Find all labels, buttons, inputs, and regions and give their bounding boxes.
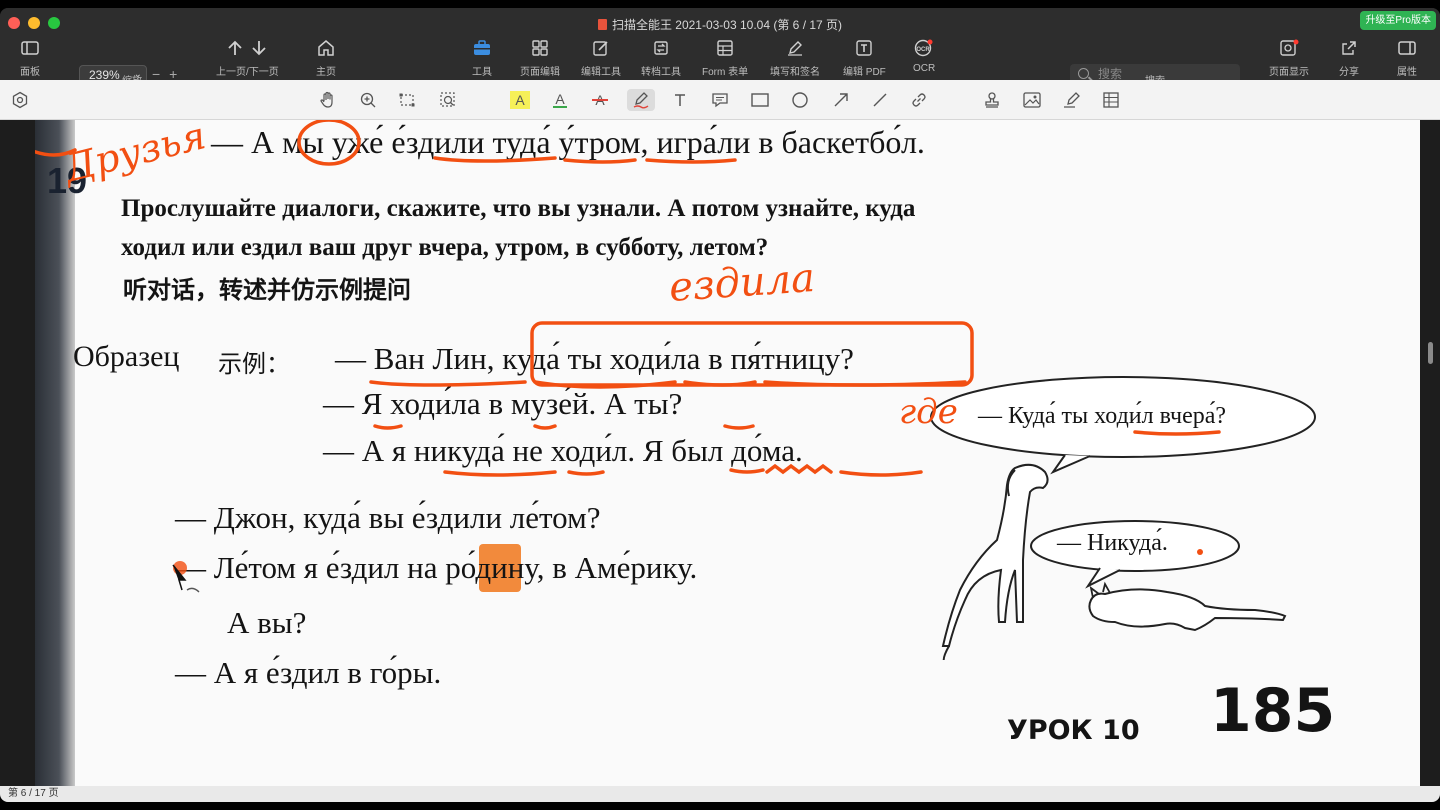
share-button[interactable]: 分享 xyxy=(1339,38,1359,78)
ocr-icon: OCR xyxy=(914,38,934,58)
note-icon[interactable] xyxy=(708,89,732,111)
ellipse-icon[interactable] xyxy=(788,89,812,111)
search-placeholder: 搜索 xyxy=(1098,67,1123,81)
convert-button[interactable]: 转档工具 xyxy=(641,38,681,78)
edit-icon xyxy=(591,38,611,58)
fill-sign-label: 填写和签名 xyxy=(770,67,820,78)
grid-icon xyxy=(530,38,550,58)
highlight-icon[interactable]: A xyxy=(508,89,532,111)
pdf-file-icon xyxy=(597,19,607,30)
share-icon xyxy=(1339,38,1359,58)
fill-sign-button[interactable]: 填写和签名 xyxy=(770,38,820,78)
search-icon xyxy=(1078,68,1089,79)
share-label: 分享 xyxy=(1339,67,1359,78)
form-button[interactable]: Form 表单 xyxy=(702,38,748,78)
home-icon xyxy=(316,38,336,58)
pen-sign-icon xyxy=(785,38,805,58)
page-edit-label: 页面编辑 xyxy=(520,67,560,78)
handwritten-note-gde: где xyxy=(899,392,958,432)
vertical-scrollbar[interactable] xyxy=(1428,342,1433,364)
zoom-in-icon[interactable] xyxy=(356,89,380,111)
underline-icon[interactable]: A xyxy=(548,89,572,111)
hand-tool-icon[interactable] xyxy=(316,89,340,111)
text-tool-icon[interactable] xyxy=(668,89,692,111)
pen-tool-icon[interactable] xyxy=(627,89,655,111)
svg-text:A: A xyxy=(555,91,565,107)
signature-icon[interactable] xyxy=(1060,89,1084,111)
home-button[interactable]: 主页 xyxy=(316,38,336,78)
annotation-toolbar: A A A xyxy=(0,80,1440,120)
convert-label: 转档工具 xyxy=(641,67,681,78)
image-icon[interactable] xyxy=(1020,89,1044,111)
settings-icon[interactable] xyxy=(8,89,32,111)
window-title-text: 扫描全能王 2021-03-03 10.04 (第 6 / 17 页) xyxy=(611,18,843,32)
page-indicator: 第 6 / 17 页 xyxy=(8,788,59,799)
edit-pdf-label: 编辑 PDF xyxy=(843,67,886,78)
sidebar-toggle-button[interactable]: 面板 xyxy=(20,38,40,78)
properties-button[interactable]: 属性 xyxy=(1397,38,1417,78)
tools-label: 工具 xyxy=(472,67,492,78)
area-text-select-icon[interactable] xyxy=(436,89,460,111)
prev-next-label: 上一页/下一页 xyxy=(216,67,279,78)
properties-label: 属性 xyxy=(1397,67,1417,78)
ocr-label: OCR xyxy=(913,63,936,74)
link-icon[interactable] xyxy=(907,89,931,111)
strikethrough-icon[interactable]: A xyxy=(588,89,612,111)
text-box-icon xyxy=(854,38,874,58)
page-display-icon xyxy=(1279,38,1299,58)
marquee-select-icon[interactable] xyxy=(395,89,419,111)
page-edit-button[interactable]: 页面编辑 xyxy=(520,38,560,78)
home-label: 主页 xyxy=(316,67,336,78)
line-icon[interactable] xyxy=(868,89,892,111)
page-display-label: 页面显示 xyxy=(1269,67,1309,78)
tools-button[interactable]: 工具 xyxy=(472,38,492,78)
form-table-icon xyxy=(715,38,735,58)
arrow-icon[interactable] xyxy=(829,89,853,111)
main-toolbar: 面板 239%⌄ −+ 缩放 上一页/下一页 主页 工具 xyxy=(0,34,1440,87)
convert-icon xyxy=(651,38,671,58)
table-icon[interactable] xyxy=(1099,89,1123,111)
inspector-icon xyxy=(1397,38,1417,58)
svg-text:OCR: OCR xyxy=(916,47,930,53)
pen-annotations xyxy=(35,120,1221,593)
upgrade-pro-button[interactable]: 升级至Pro版本 xyxy=(1360,11,1436,30)
rectangle-icon[interactable] xyxy=(748,89,772,111)
stamp-icon[interactable] xyxy=(980,89,1004,111)
edit-tools-button[interactable]: 编辑工具 xyxy=(581,38,621,78)
edit-tools-label: 编辑工具 xyxy=(581,67,621,78)
svg-text:A: A xyxy=(515,92,525,108)
ocr-button[interactable]: OCR OCR xyxy=(913,38,935,74)
status-bar: 第 6 / 17 页 xyxy=(0,786,1440,802)
form-label: Form 表单 xyxy=(702,67,749,78)
pdf-page: 19 — А мы уже́ е́здили туда́ у́тром, игр… xyxy=(35,120,1420,786)
edit-pdf-button[interactable]: 编辑 PDF xyxy=(843,38,886,78)
document-viewport[interactable]: 19 — А мы уже́ е́здили туда́ у́тром, игр… xyxy=(0,120,1440,786)
sidebar-icon xyxy=(20,38,40,58)
sidebar-label: 面板 xyxy=(20,67,40,78)
prev-next-page-buttons[interactable]: 上一页/下一页 xyxy=(216,38,279,78)
toolbox-icon xyxy=(472,38,492,58)
page-display-button[interactable]: 页面显示 xyxy=(1269,38,1309,78)
arrow-up-down-icon xyxy=(222,38,272,58)
app-window: 扫描全能王 2021-03-03 10.04 (第 6 / 17 页) 升级至P… xyxy=(0,8,1440,802)
window-title: 扫描全能王 2021-03-03 10.04 (第 6 / 17 页) xyxy=(0,16,1440,33)
